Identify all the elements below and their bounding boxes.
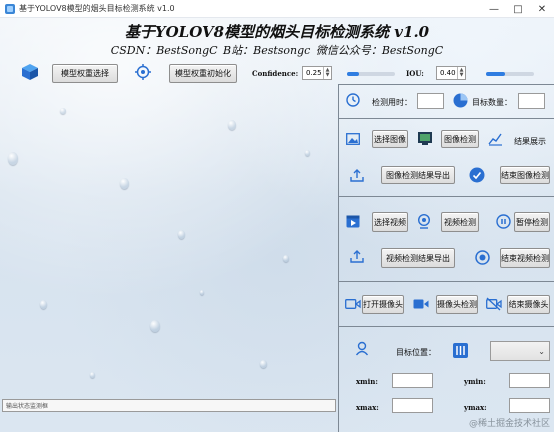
iou-slider[interactable] [486, 72, 534, 76]
detect-video-button[interactable]: 视频检测 [441, 212, 479, 232]
water-drop [60, 108, 66, 114]
xmax-value [392, 398, 433, 413]
export-image-result-button[interactable]: 图像检测结果导出 [381, 166, 455, 184]
check-circle-icon [469, 167, 485, 183]
panel-line [338, 326, 554, 327]
panel-line [338, 281, 554, 282]
user-location-icon [355, 341, 369, 356]
water-drop [283, 255, 289, 262]
upload-icon [350, 249, 364, 263]
select-weights-button[interactable]: 模型权重选择 [52, 64, 118, 83]
confidence-spinbox[interactable]: 0.25 ▲ ▼ [302, 66, 332, 80]
camera-icon [345, 298, 361, 310]
water-drop [150, 320, 160, 332]
spin-arrows-icon[interactable]: ▲ ▼ [323, 67, 331, 79]
target-select-combobox[interactable]: ⌄ [490, 341, 550, 361]
confidence-value: 0.25 [306, 69, 322, 77]
result-chart-icon [488, 132, 503, 146]
pause-icon [496, 214, 511, 229]
detect-image-button[interactable]: 图像检测 [441, 130, 479, 148]
open-camera-button[interactable]: 打开摄像头 [362, 295, 404, 314]
water-drop [228, 120, 236, 130]
camera-detect-icon [413, 298, 429, 310]
close-camera-button[interactable]: 结束摄像头 [507, 295, 550, 314]
page-subtitle: CSDN：BestSongC B站：Bestsongc 微信公众号：BestSo… [110, 44, 444, 57]
page-title: 基于YOLOV8模型的烟头目标检测系统 v1.0 [124, 23, 430, 41]
target-count-label: 目标数量： [472, 98, 512, 107]
window-title: 基于YOLOV8模型的烟头目标检测系统 v1.0 [19, 4, 175, 13]
target-icon [135, 64, 151, 80]
camera-detect-button[interactable]: 摄像头检测 [436, 295, 478, 314]
position-grid-icon [453, 343, 468, 358]
ymin-value [509, 373, 550, 388]
camera-off-icon [486, 297, 502, 311]
xmin-label: xmin: [356, 377, 378, 386]
clock-icon [346, 93, 360, 107]
end-image-detect-button[interactable]: 结束图像检测 [500, 166, 550, 184]
water-drop [178, 230, 185, 239]
water-drop [260, 360, 267, 368]
iou-slider-fill [486, 72, 506, 76]
end-video-detect-button[interactable]: 结束视频检测 [500, 248, 550, 268]
detect-time-value [417, 93, 444, 109]
iou-value: 0.40 [440, 69, 456, 77]
image-icon [346, 133, 360, 145]
watermark: @稀土掘金技术社区 [468, 419, 550, 429]
export-video-result-button[interactable]: 视频检测结果导出 [381, 248, 455, 268]
panel-line [338, 118, 554, 119]
ymax-label: ymax: [464, 403, 487, 412]
xmin-value [392, 373, 433, 388]
upload-icon [350, 168, 364, 182]
pause-detect-button[interactable]: 暂停检测 [514, 212, 550, 232]
confidence-label: Confidence: [252, 69, 299, 78]
window-titlebar: 基于YOLOV8模型的烟头目标检测系统 v1.0 — □ ✕ [0, 0, 554, 18]
water-drop [90, 372, 95, 378]
panel-line [338, 84, 554, 85]
xmax-label: xmax: [356, 403, 379, 412]
target-count-value [518, 93, 545, 109]
minimize-button[interactable]: — [482, 0, 506, 18]
ymin-label: ymin: [464, 377, 486, 386]
ymax-value [509, 398, 550, 413]
select-image-button[interactable]: 选择图像 [372, 130, 408, 148]
detect-time-label: 检测用时： [372, 98, 412, 107]
iou-spinbox[interactable]: 0.40 ▲ ▼ [436, 66, 466, 80]
video-icon [346, 215, 360, 228]
chevron-down-icon[interactable]: ⌄ [538, 347, 545, 356]
water-drop [40, 300, 47, 309]
init-weights-button[interactable]: 模型权重初始化 [169, 64, 237, 83]
window-controls: — □ ✕ [482, 0, 554, 18]
select-video-button[interactable]: 选择视频 [372, 212, 408, 232]
stop-circle-icon [475, 250, 490, 265]
close-button[interactable]: ✕ [530, 0, 554, 18]
app-icon [5, 3, 15, 14]
panel-divider [338, 84, 339, 432]
confidence-slider-fill [347, 72, 359, 76]
show-result-label[interactable]: 结果展示 [514, 136, 546, 147]
panel-line [338, 196, 554, 197]
webcam-icon [417, 214, 431, 229]
target-position-label: 目标位置： [396, 348, 436, 357]
water-drop [200, 290, 204, 295]
water-drop [305, 150, 310, 156]
confidence-slider[interactable] [347, 72, 395, 76]
iou-label: IOU: [406, 69, 424, 78]
status-placeholder: 输出状态监测框 [6, 403, 49, 410]
image-detect-icon [417, 131, 433, 146]
spin-arrows-icon[interactable]: ▲ ▼ [457, 67, 465, 79]
status-output-field[interactable]: 输出状态监测框 [2, 399, 336, 412]
maximize-button[interactable]: □ [506, 0, 530, 18]
cube-icon [20, 62, 40, 82]
water-drop [8, 152, 18, 165]
water-drop [120, 178, 129, 189]
pie-chart-icon [453, 93, 468, 108]
